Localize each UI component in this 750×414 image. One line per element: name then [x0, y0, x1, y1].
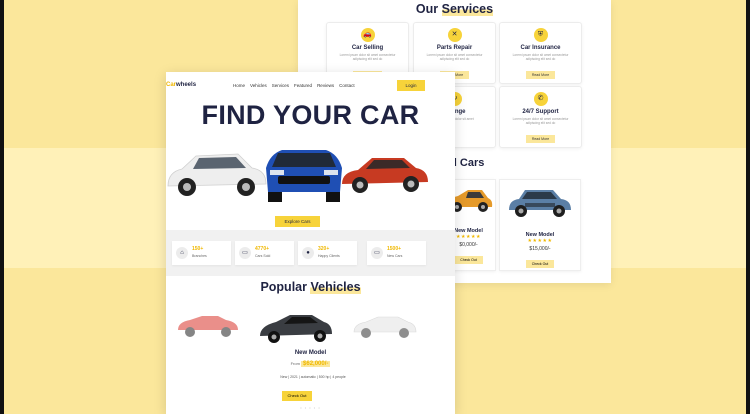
- car-image-red-convertible: [178, 316, 238, 337]
- read-more-button[interactable]: Read More: [525, 71, 556, 79]
- vehicle-name: New Model: [294, 350, 327, 356]
- car-icon: 🚗: [360, 28, 375, 42]
- service-card-car-insurance: ⛨ Car Insurance Lorem ipsum dolor sit am…: [499, 22, 582, 84]
- popular-vehicles-carousel: [178, 315, 417, 343]
- car-icon: ▭: [239, 247, 251, 259]
- home-page-mockup: Carwheels Home Vehicles Services Feature…: [166, 72, 455, 414]
- home-icon: ⌂: [176, 247, 188, 259]
- hero-title: FIND YOUR CAR: [201, 100, 420, 130]
- nav-reviews[interactable]: Reviews: [317, 83, 334, 88]
- login-button[interactable]: Login: [397, 80, 425, 91]
- logo[interactable]: Carwheels: [166, 82, 196, 88]
- service-desc: Lorem ipsum dolor sit amet consectetur a…: [512, 53, 569, 61]
- phone-icon: ✆: [533, 92, 548, 106]
- popular-vehicles-title: Popular Vehicles: [260, 280, 361, 294]
- stats-section: ⌂ 150+ Branches ▭ 4770+ Cars Sold ● 320+…: [166, 230, 455, 276]
- stat-label: New Cars: [387, 254, 403, 258]
- stat-new-cars: ▭ 1500+ New Cars: [367, 241, 426, 265]
- carousel-dots[interactable]: • • • • •: [166, 405, 455, 410]
- stat-cars-sold: ▭ 4770+ Cars Sold: [235, 241, 294, 265]
- check-out-button[interactable]: Check Out: [525, 260, 555, 268]
- stat-number: 150+: [192, 246, 204, 252]
- nav-menu: Home Vehicles Services Featured Reviews …: [233, 83, 355, 88]
- right-edge: [746, 0, 750, 414]
- read-more-button[interactable]: Read More: [525, 135, 556, 143]
- check-out-button[interactable]: Check Out: [282, 391, 312, 401]
- stat-happy-clients: ● 320+ Happy Clients: [298, 241, 357, 265]
- nav-vehicles[interactable]: Vehicles: [250, 83, 267, 88]
- nav-contact[interactable]: Contact: [339, 83, 355, 88]
- vehicle-price: $15,000/-: [529, 246, 551, 252]
- service-desc: Lorem ipsum dolor sit amet consectetur a…: [426, 53, 483, 61]
- wrench-icon: ✕: [447, 28, 462, 42]
- service-desc: Lorem ipsum dolor sit amet consectetur a…: [512, 117, 569, 125]
- stat-branches: ⌂ 150+ Branches: [172, 241, 231, 265]
- vehicle-features: New | 2021 | automatic | 500 hp | 4 peop…: [280, 375, 346, 379]
- shield-icon: ⛨: [533, 28, 548, 42]
- nav-home[interactable]: Home: [233, 83, 245, 88]
- navbar: Carwheels Home Vehicles Services Feature…: [166, 72, 455, 98]
- stat-number: 1500+: [387, 246, 402, 252]
- stat-label: Happy Clients: [318, 254, 340, 258]
- car-icon: ▭: [371, 247, 383, 259]
- stat-label: Cars Sold: [255, 254, 271, 258]
- service-card-support: ✆ 24/7 Support Lorem ipsum dolor sit ame…: [499, 86, 582, 148]
- stat-label: Branches: [192, 254, 207, 258]
- service-title: Car Selling: [351, 45, 384, 51]
- service-desc: Lorem ipsum dolor sit amet consectetur a…: [339, 53, 396, 61]
- vehicle-price: From $62,000/-: [290, 361, 331, 367]
- hero-cars-image: [167, 150, 428, 202]
- service-title: Car Insurance: [520, 45, 561, 51]
- nav-services[interactable]: Services: [272, 83, 289, 88]
- rating-stars: ★★★★★: [527, 238, 553, 244]
- check-out-button[interactable]: Check Out: [454, 256, 483, 264]
- left-edge: [0, 0, 4, 414]
- services-title: Our Services: [415, 2, 494, 16]
- car-image-black-sports: [260, 315, 332, 343]
- car-image-blue-suv: [509, 190, 571, 217]
- stat-number: 320+: [318, 246, 330, 252]
- car-image-white-sports: [353, 316, 417, 338]
- service-title: Parts Repair: [436, 45, 473, 51]
- service-title: 24/7 Support: [522, 109, 559, 115]
- explore-cars-button[interactable]: Explore Cars: [275, 216, 320, 227]
- stat-number: 4770+: [255, 246, 270, 252]
- nav-featured[interactable]: Featured: [294, 83, 312, 88]
- users-icon: ●: [302, 247, 314, 259]
- featured-card-2: New Model ★★★★★ $15,000/- Check Out: [499, 179, 581, 271]
